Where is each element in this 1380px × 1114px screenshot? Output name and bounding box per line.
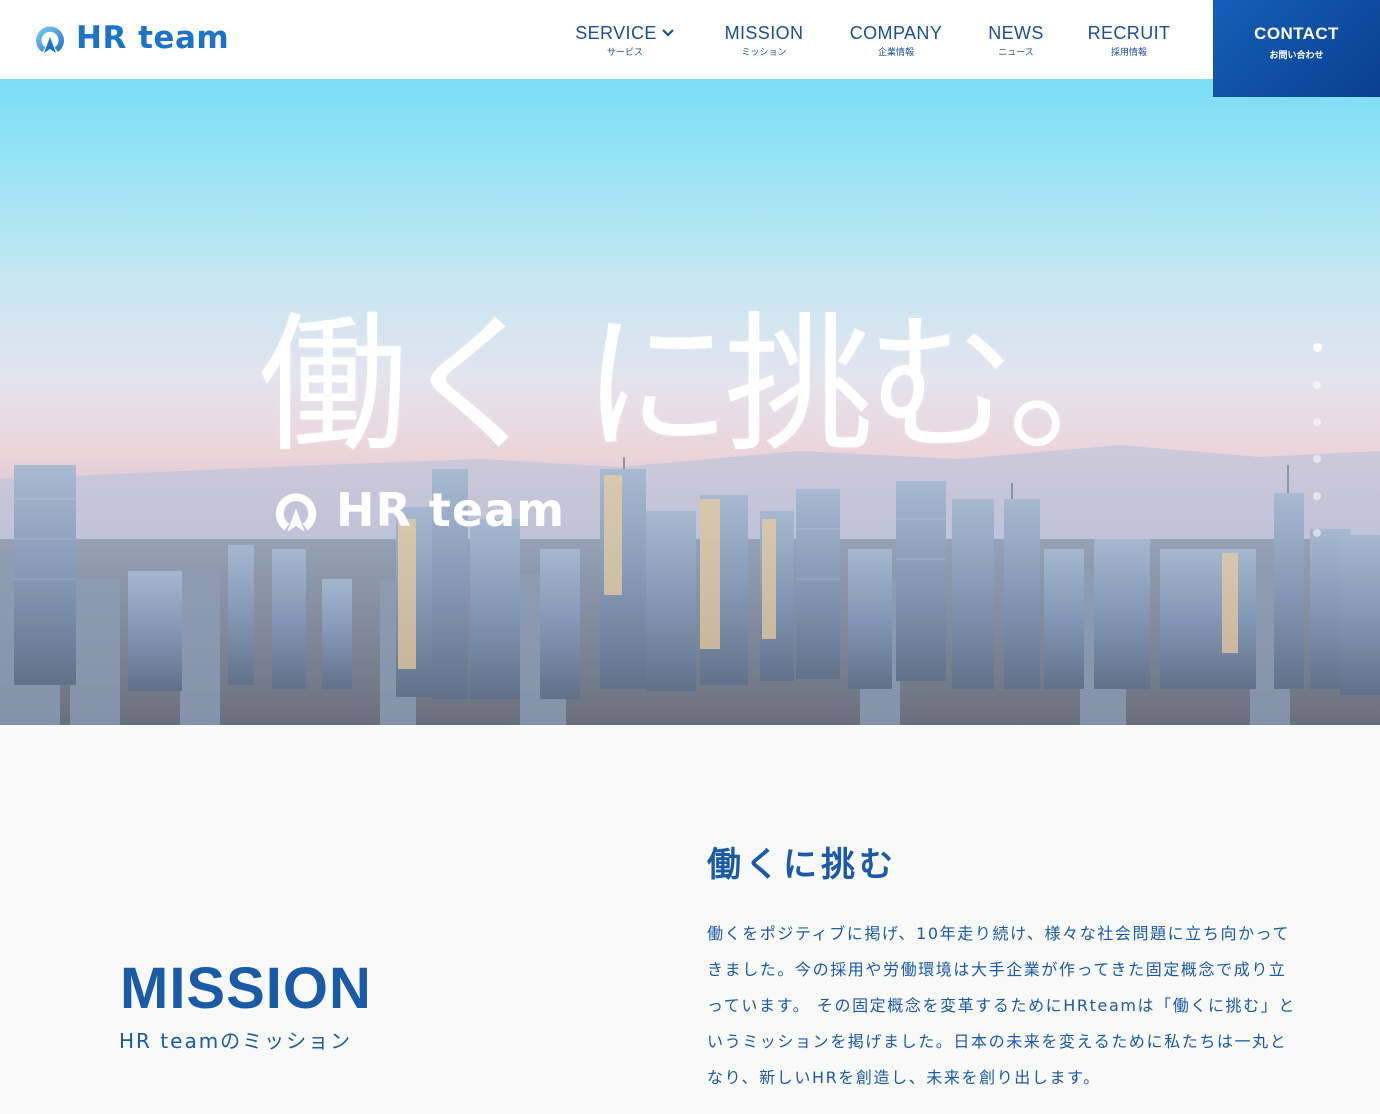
section-title: MISSION xyxy=(120,956,372,1021)
contact-button[interactable]: CONTACT お問い合わせ xyxy=(1213,0,1380,97)
nav-item-label: NEWS xyxy=(988,23,1044,43)
logo-mark-icon xyxy=(275,493,317,532)
nav-item-sub: 採用情報 xyxy=(1110,48,1147,58)
logo-mark-icon xyxy=(36,26,64,53)
slider-dot[interactable] xyxy=(1313,418,1321,426)
section-subtitle: HR teamのミッション xyxy=(119,1029,353,1053)
chevron-down-icon xyxy=(661,29,674,37)
nav-item-label: MISSION xyxy=(724,23,804,43)
nav-item-recruit[interactable]: RECRUIT 採用情報 xyxy=(1084,22,1174,59)
hero-logo-text: HR team xyxy=(336,483,566,537)
mission-body: 働くをポジティブに掲げ、10年走り続け、様々な社会問題に立ち向かってきました。今… xyxy=(707,924,1296,1087)
nav-item-service[interactable]: SERVICE サービス xyxy=(570,22,680,59)
main-nav: SERVICE サービス MISSION ミッション COMPANY 企業情報 … xyxy=(570,22,1174,59)
hero-headline: 働く に挑む。 xyxy=(258,299,1158,473)
nav-item-label: SERVICE xyxy=(575,23,657,43)
nav-item-label: RECRUIT xyxy=(1087,23,1171,43)
nav-item-label: COMPANY xyxy=(849,23,943,43)
logo-text: HR team xyxy=(76,20,230,56)
nav-item-sub: サービス xyxy=(606,48,643,58)
slider-dot[interactable] xyxy=(1313,381,1321,389)
nav-item-sub: 企業情報 xyxy=(877,48,914,58)
slider-dot[interactable] xyxy=(1313,343,1322,352)
slider-dot[interactable] xyxy=(1313,529,1321,537)
hero-logo: HR team xyxy=(270,484,565,536)
slider-dot[interactable] xyxy=(1313,492,1321,500)
hero-section: 働く に挑む。 HR team xyxy=(0,79,1380,725)
mission-section: 働くに挑む 働くをポジティブに掲げ、10年走り続け、様々な社会問題に立ち向かって… xyxy=(0,725,1380,1114)
nav-item-mission[interactable]: MISSION ミッション xyxy=(720,22,808,59)
slider-dot[interactable] xyxy=(1313,455,1321,463)
nav-item-sub: ミッション xyxy=(741,48,787,58)
contact-label: CONTACT xyxy=(1254,24,1339,43)
nav-service-main: SERVICE xyxy=(575,22,675,44)
mission-heading: 働くに挑む xyxy=(707,845,897,885)
slider-pagination xyxy=(1313,343,1322,537)
logo[interactable]: HR team xyxy=(32,20,229,56)
nav-item-sub: ニュース xyxy=(998,48,1034,58)
site-header: HR team SERVICE サービス MISSION ミッション COMPA… xyxy=(0,0,1380,79)
nav-item-company[interactable]: COMPANY 企業情報 xyxy=(844,22,948,59)
contact-sublabel: お問い合わせ xyxy=(1269,51,1324,61)
nav-item-news[interactable]: NEWS ニュース xyxy=(984,22,1048,59)
